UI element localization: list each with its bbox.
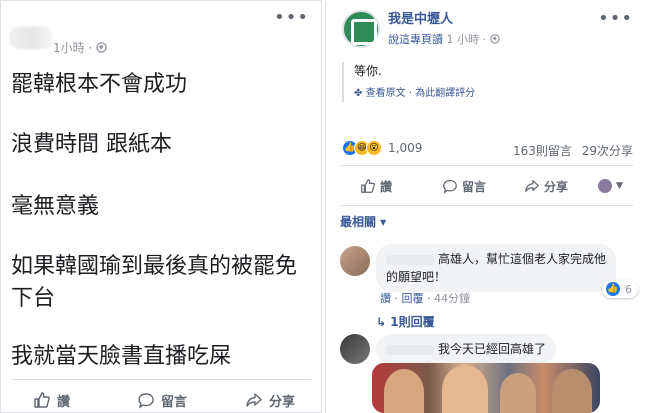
reaction-count: 1,009 (388, 141, 423, 155)
left-post: 1小時 · ••• 罷韓根本不會成功 浪費時間 跟紙本 毫無意義 如果韓國瑜到最… (0, 0, 322, 413)
blurred-author-name (9, 27, 53, 49)
share-label: 分享 (269, 394, 296, 410)
comment-icon (138, 393, 154, 409)
share-button[interactable]: 分享 (245, 387, 296, 412)
post-time[interactable]: 1 小時 · (447, 33, 487, 46)
share-icon (525, 180, 539, 192)
reaction-summary[interactable]: 👍 😆 😮 1,009 (342, 140, 422, 156)
wow-reaction-icon: 😮 (366, 140, 382, 156)
thumbs-up-icon (361, 179, 376, 193)
post-paragraph: 罷韓根本不會成功 (11, 72, 188, 97)
photo-person (500, 373, 536, 413)
divider (340, 205, 633, 206)
comment-text: 我今天已經回高雄了 (438, 342, 547, 356)
divider (340, 165, 633, 166)
page-avatar[interactable] (342, 10, 380, 48)
like-button[interactable]: 讚 (360, 176, 392, 196)
post-time[interactable]: 1小時 · (53, 39, 107, 56)
comment-bubble: 我今天已經回高雄了 (376, 334, 557, 364)
view-replies-text[interactable]: 1則回覆 (390, 315, 434, 329)
chevron-down-icon: ▼ (616, 181, 623, 191)
photo-person (384, 369, 424, 413)
reply-arrow-icon: ↳ (376, 315, 387, 329)
avatar[interactable] (340, 334, 370, 364)
post-time-text[interactable]: 1小時 · (53, 41, 92, 55)
comment-sort-dropdown[interactable]: 最相關 ▾ (340, 213, 386, 230)
post-text: 等你. (354, 64, 382, 78)
comment-meta: 讚 · 回覆 · 44分鐘 (380, 292, 470, 305)
audience-selector[interactable]: ▼ (598, 176, 623, 196)
like-label: 讚 (57, 394, 71, 410)
see-original-link[interactable]: 查看原文 (366, 88, 406, 99)
globe-icon (96, 42, 107, 53)
share-button[interactable]: 分享 (524, 176, 568, 196)
comment-reply-link[interactable]: 回覆 (402, 292, 424, 305)
comment-label: 留言 (161, 394, 188, 410)
post-paragraph: 我就當天臉書直播吃屎 (11, 344, 232, 369)
like-label: 讚 (380, 179, 393, 194)
right-post: 我是中壢人 說這專頁讀 1 小時 · ••• 等你. ✤ 查看原文 · 為此翻譯… (325, 0, 647, 413)
globe-icon (489, 34, 500, 44)
post-paragraph: 毫無意義 (11, 194, 100, 219)
view-replies-link[interactable]: ↳ 1則回覆 (376, 313, 435, 330)
photo-person (442, 365, 488, 413)
comment-button[interactable]: 留言 (442, 176, 486, 196)
rate-translation-link[interactable]: 為此翻譯評分 (415, 88, 475, 99)
share-count[interactable]: 29次分享 (582, 144, 633, 158)
comment-photo[interactable] (372, 363, 600, 413)
post-body: 等你. ✤ 查看原文 · 為此翻譯評分 (342, 62, 635, 102)
like-reaction-icon: 👍 (605, 281, 621, 297)
post-subheader: 說這專頁讀 1 小時 · (388, 31, 500, 47)
comment-button[interactable]: 留言 (137, 387, 188, 412)
comment-like-count[interactable]: 👍 6 (602, 280, 638, 298)
comment-time[interactable]: 44分鐘 (434, 292, 470, 305)
comment-count[interactable]: 163則留言 (513, 144, 572, 158)
more-options-icon[interactable]: ••• (598, 10, 633, 28)
comment-label: 留言 (462, 179, 487, 194)
divider (11, 379, 311, 380)
translation-links: ✤ 查看原文 · 為此翻譯評分 (354, 84, 635, 99)
like-button[interactable]: 讚 (33, 387, 71, 412)
comment: 我今天已經回高雄了 (340, 334, 640, 364)
post-paragraph: 浪費時間 跟紙本 (11, 132, 172, 157)
comment-like-link[interactable]: 讚 (380, 292, 391, 305)
blurred-commenter-name[interactable] (386, 344, 434, 355)
gear-icon: ✤ (354, 88, 363, 99)
blurred-commenter-name[interactable] (386, 254, 434, 265)
post-paragraph: 如果韓國瑜到最後真的被罷免下台 (11, 254, 298, 311)
avatar[interactable] (340, 246, 370, 276)
like-count: 6 (625, 282, 632, 296)
post-stats: 163則留言 29次分享 (513, 142, 633, 159)
comment-bubble: 高雄人，幫忙這個老人家完成他的願望吧！ (376, 244, 616, 292)
post-actions: 讚 留言 分享 (1, 387, 321, 412)
more-options-icon[interactable]: ••• (274, 9, 309, 27)
comment-icon (443, 180, 457, 194)
share-icon (246, 393, 262, 407)
photo-person (552, 369, 592, 413)
page-name[interactable]: 我是中壢人 (388, 8, 453, 27)
profile-thumbnail-icon (598, 179, 612, 193)
share-label: 分享 (544, 179, 569, 194)
edited-label[interactable]: 說這專頁讀 (388, 33, 443, 46)
thumbs-up-icon (34, 392, 50, 408)
